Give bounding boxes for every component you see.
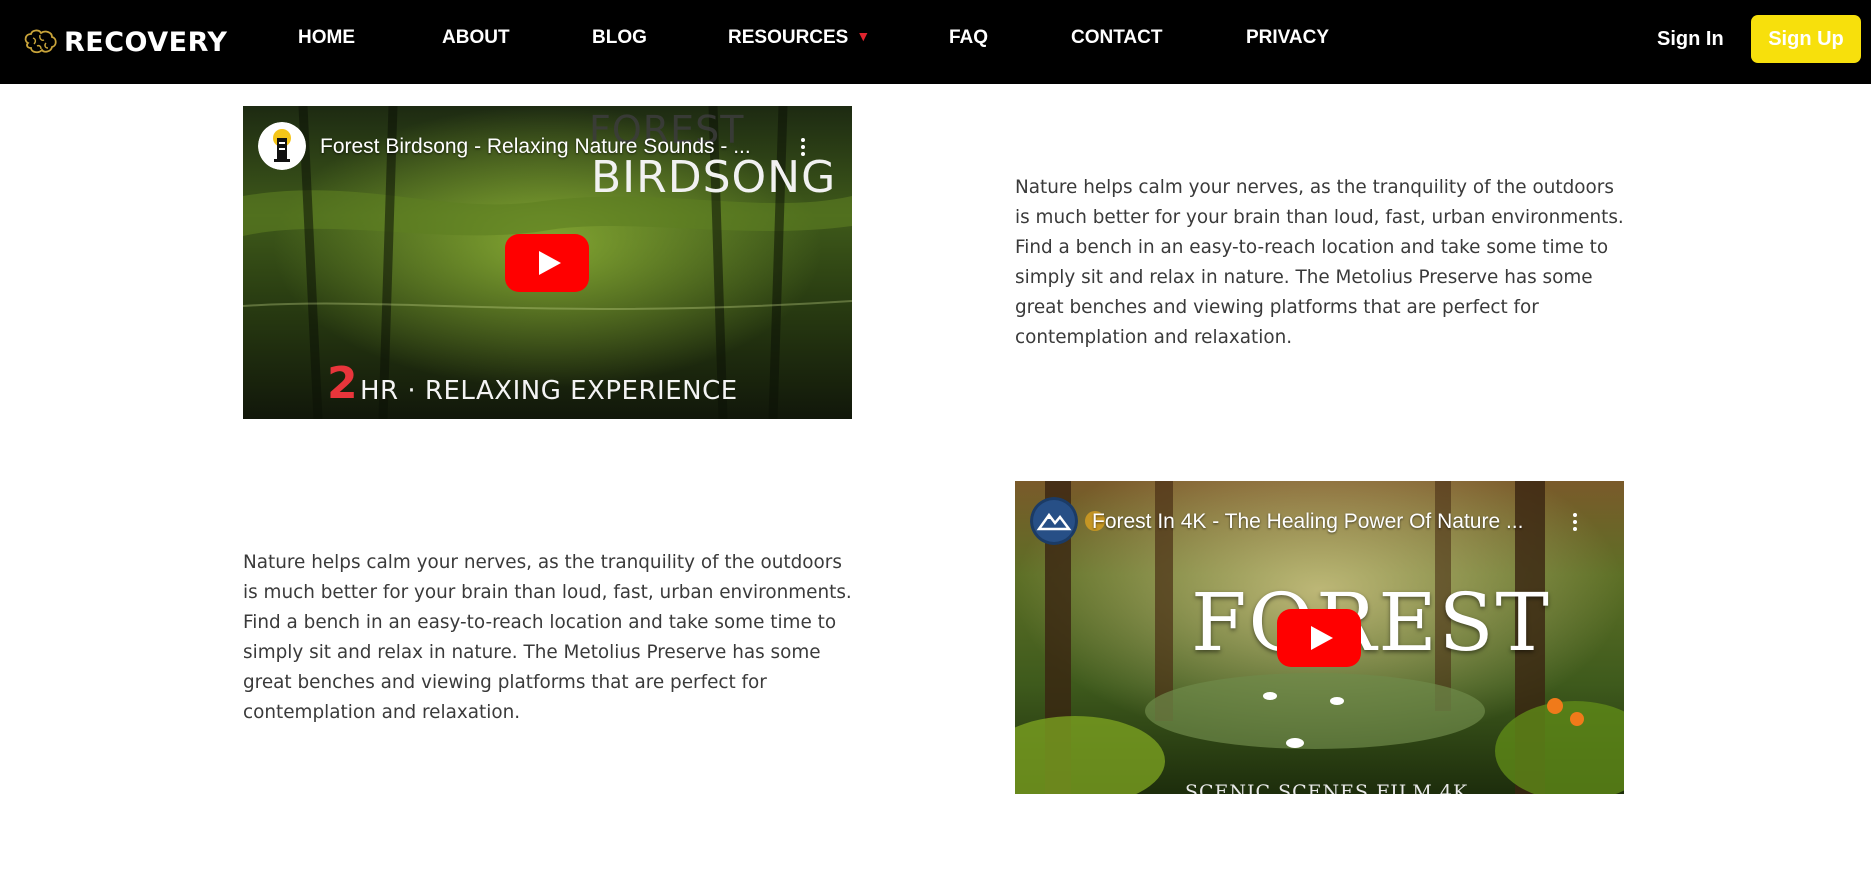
sign-in-link[interactable]: Sign In [1657,28,1724,51]
mountain-logo-icon [1030,497,1078,545]
youtube-play-button[interactable] [505,234,589,292]
nav-faq[interactable]: FAQ [949,27,988,49]
overlay-duration-caption: HR · RELAXING EXPERIENCE [360,376,738,406]
video-embed-forest-birdsong[interactable]: FOREST BIRDSONG 2 HR · RELAXING EXPERIEN… [243,106,852,419]
overlay-forest-title: FOREST [1191,576,1551,669]
brand-name: RECOVERY [64,26,228,58]
nav-contact[interactable]: CONTACT [1071,27,1162,49]
video-embed-forest-4k[interactable]: FOREST SCENIC SCENES FILM 4K Forest In 4… [1015,481,1624,794]
brand-logo[interactable]: RECOVERY [22,22,227,62]
paragraph-nature-calm-1: Nature helps calm your nerves, as the tr… [1015,177,1624,348]
video-title[interactable]: Forest Birdsong - Relaxing Nature Sounds… [320,135,751,159]
dropdown-caret-icon: ▼ [856,28,871,44]
more-options-icon[interactable] [797,136,809,160]
nav-resources-label: RESOURCES [728,27,849,48]
nav-blog[interactable]: BLOG [592,27,647,49]
brain-icon [24,29,57,54]
video-title[interactable]: Forest In 4K - The Healing Power Of Natu… [1092,510,1523,534]
sign-up-button[interactable]: Sign Up [1751,15,1861,63]
nav-resources[interactable]: RESOURCES ▼ [728,27,870,49]
overlay-duration-number: 2 [327,358,358,409]
channel-avatar[interactable] [1030,497,1078,545]
channel-avatar[interactable] [258,122,306,170]
nav-about[interactable]: ABOUT [442,27,510,49]
lighthouse-icon [258,122,306,170]
top-navbar: RECOVERY HOME ABOUT BLOG RESOURCES ▼ FAQ … [0,0,1871,84]
nav-home[interactable]: HOME [298,27,355,49]
youtube-play-button[interactable] [1277,609,1361,667]
nav-privacy[interactable]: PRIVACY [1246,27,1329,49]
overlay-channel-footer: SCENIC SCENES FILM 4K [1185,781,1469,794]
more-options-icon[interactable] [1569,511,1581,535]
paragraph-nature-calm-2: Nature helps calm your nerves, as the tr… [243,552,852,723]
